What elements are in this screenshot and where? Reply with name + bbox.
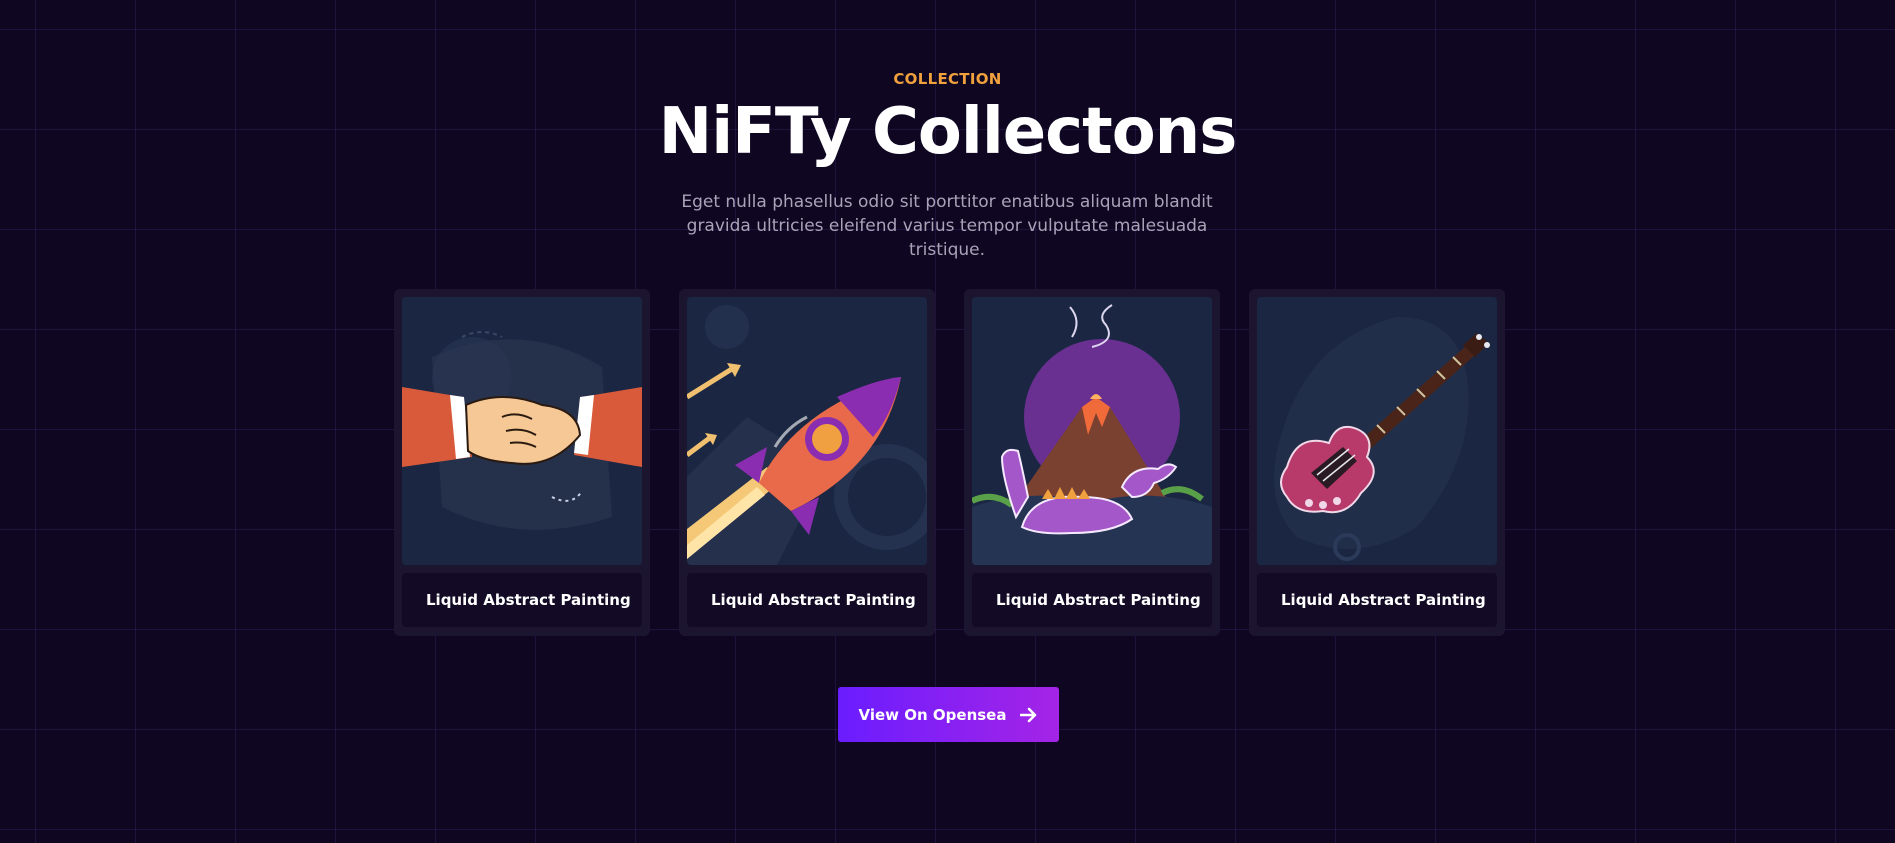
nft-card[interactable]: Liquid Abstract Painting xyxy=(1249,289,1505,636)
nft-card[interactable]: Liquid Abstract Painting xyxy=(679,289,935,636)
card-title: Liquid Abstract Painting xyxy=(402,573,642,627)
button-label: View On Opensea xyxy=(858,705,1007,724)
section-title: NiFTy Collectons xyxy=(658,95,1238,169)
arrow-right-icon xyxy=(1020,707,1038,723)
card-title: Liquid Abstract Painting xyxy=(687,573,927,627)
electric-guitar-illustration xyxy=(1257,297,1497,565)
nft-card-list: Liquid Abstract Painting Liquid Abstract… xyxy=(394,289,1505,636)
view-on-opensea-button[interactable]: View On Opensea xyxy=(838,687,1059,742)
handshake-illustration xyxy=(402,297,642,565)
collection-section: COLLECTION NiFTy Collectons Eget nulla p… xyxy=(0,0,1895,843)
section-eyebrow: COLLECTION xyxy=(893,70,1002,88)
card-title: Liquid Abstract Painting xyxy=(972,573,1212,627)
nft-card[interactable]: Liquid Abstract Painting xyxy=(964,289,1220,636)
nft-card[interactable]: Liquid Abstract Painting xyxy=(394,289,650,636)
volcano-dinosaur-illustration xyxy=(972,297,1212,565)
section-description: Eget nulla phasellus odio sit porttitor … xyxy=(681,192,1213,260)
rocket-illustration xyxy=(687,297,927,565)
card-title: Liquid Abstract Painting xyxy=(1257,573,1497,627)
